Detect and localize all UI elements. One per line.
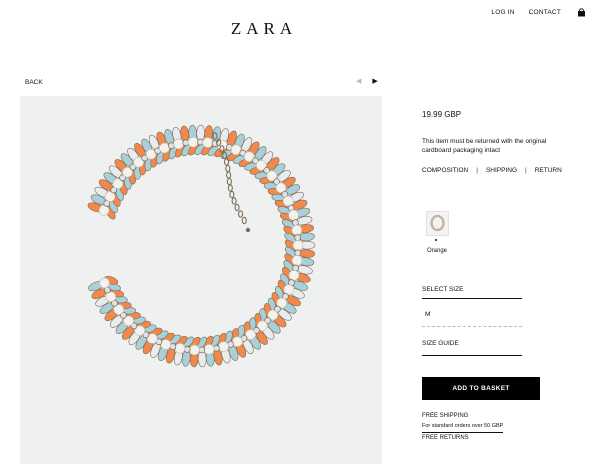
free-returns-label: FREE RETURNS <box>422 435 469 441</box>
product-info-links: COMPOSITION | SHIPPING | RETURN <box>422 167 562 174</box>
back-link[interactable]: BACK <box>25 79 43 86</box>
brand-logo[interactable]: ZARA <box>0 19 528 39</box>
size-guide-link[interactable]: SIZE GUIDE <box>422 340 522 356</box>
free-shipping-label: FREE SHIPPING <box>422 413 469 419</box>
size-option-m[interactable]: M <box>422 311 522 327</box>
color-name: Orange <box>427 248 448 254</box>
previous-arrow-icon[interactable]: ◀ <box>356 77 361 85</box>
return-link[interactable]: RETURN <box>535 167 562 174</box>
contact-link[interactable]: CONTACT <box>529 9 561 16</box>
product-pager: ◀ ▶ <box>356 77 378 85</box>
select-size-dropdown[interactable]: SELECT SIZE <box>422 286 522 299</box>
shopping-bag-icon[interactable] <box>577 8 586 17</box>
necklace-illustration <box>87 124 316 368</box>
return-note: This item must be returned with the orig… <box>422 138 547 154</box>
shipping-info: FREE SHIPPING For standard orders over 5… <box>422 411 504 443</box>
composition-link[interactable]: COMPOSITION <box>422 167 468 174</box>
add-to-basket-button[interactable]: ADD TO BASKET <box>422 377 540 400</box>
link-separator: | <box>476 167 478 174</box>
link-separator: | <box>525 167 527 174</box>
login-link[interactable]: LOG IN <box>491 9 514 16</box>
free-shipping-note[interactable]: For standard orders over 50 GBP <box>422 421 504 433</box>
product-price: 19.99 GBP <box>422 110 462 119</box>
shipping-link[interactable]: SHIPPING <box>486 167 517 174</box>
top-navigation: LOG IN CONTACT <box>491 8 586 17</box>
color-swatch-orange[interactable] <box>426 211 449 236</box>
product-image[interactable] <box>20 96 382 464</box>
next-arrow-icon[interactable]: ▶ <box>372 77 377 85</box>
selected-color-indicator <box>435 239 437 241</box>
